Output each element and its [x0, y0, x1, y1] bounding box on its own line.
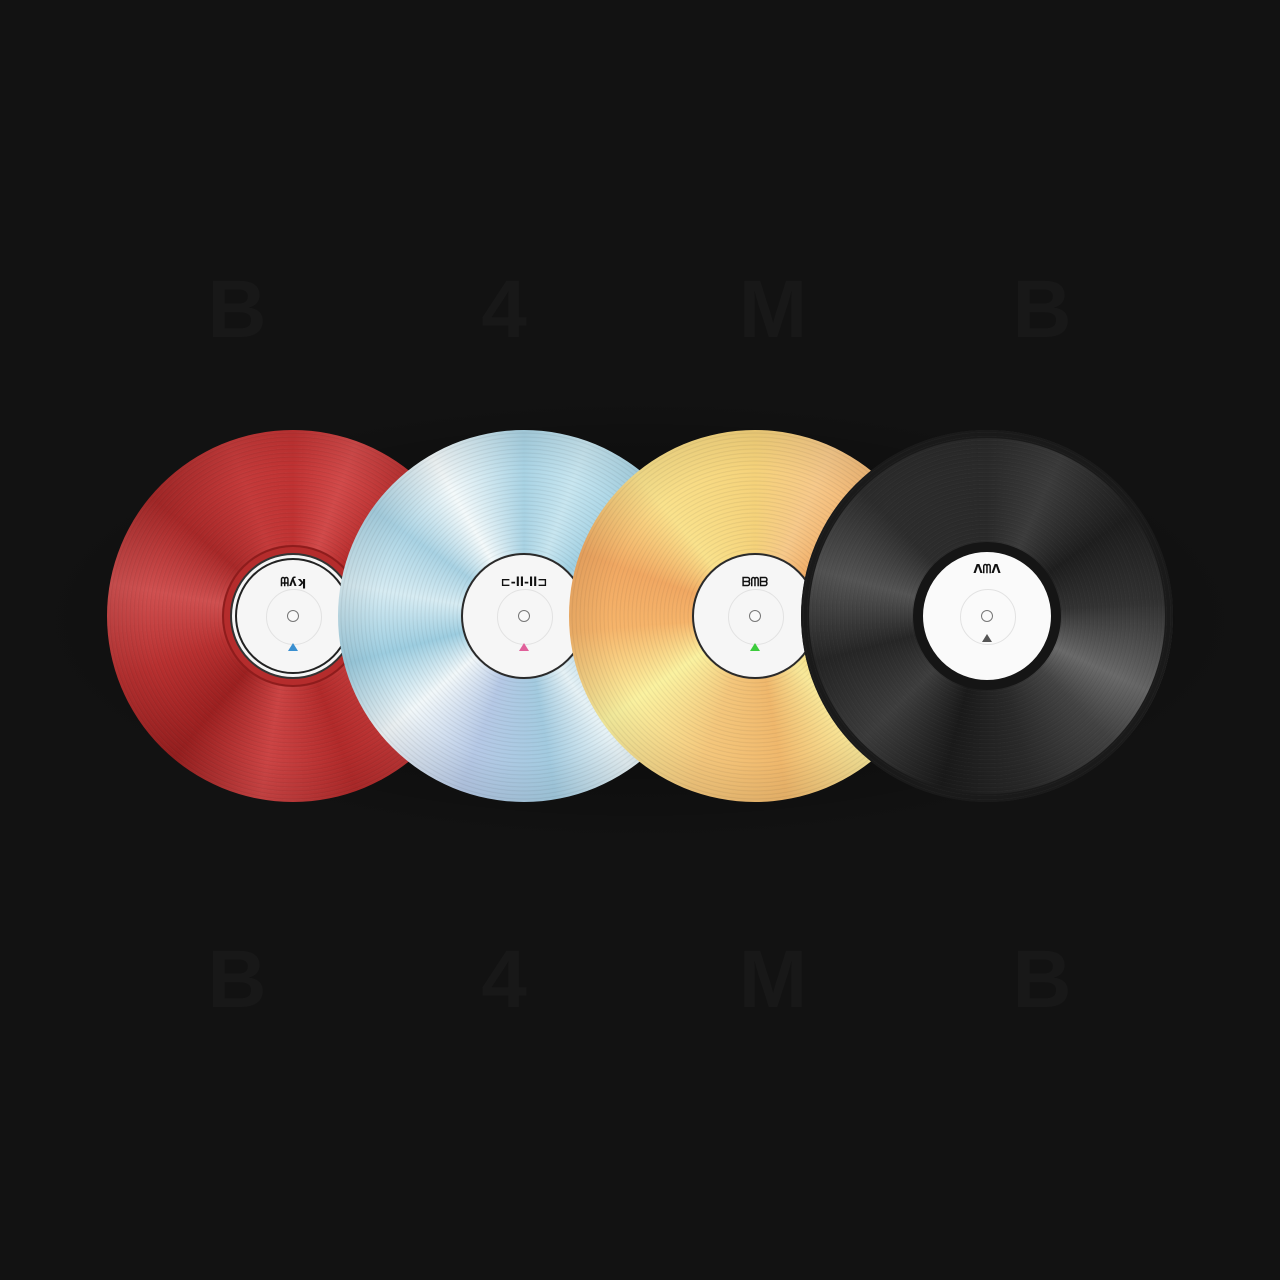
- spindle-hole-icon: [749, 610, 761, 622]
- label-logo: ᗰ̶ʎʞ: [280, 575, 306, 589]
- bg-letter: M: [738, 934, 808, 1025]
- spindle-hole-icon: [287, 610, 299, 622]
- record-label: ᐱᗰᐱ: [913, 542, 1061, 690]
- bg-letter: B: [207, 264, 267, 355]
- bg-letter: 4: [481, 264, 527, 355]
- bg-letter: B: [207, 934, 267, 1025]
- label-logo: ⊏-ll-ll⊐: [500, 575, 548, 589]
- background-letters-top: B 4 M B: [0, 265, 1280, 355]
- bg-letter: M: [738, 264, 808, 355]
- label-logo: ᐱᗰᐱ: [973, 562, 1001, 576]
- label-logo: ᗷᗰᗷ: [742, 575, 768, 589]
- bg-letter: B: [1012, 934, 1072, 1025]
- background-letters-bottom: B 4 M B: [0, 935, 1280, 1025]
- vinyl-record-black[interactable]: ᐱᗰᐱ: [801, 430, 1173, 802]
- record-label: ᗷᗰᗷ: [692, 553, 818, 679]
- triangle-up-icon: [288, 643, 298, 651]
- bg-letter: 4: [481, 934, 527, 1025]
- triangle-up-icon: [982, 634, 992, 642]
- triangle-up-icon: [519, 643, 529, 651]
- triangle-up-icon: [750, 643, 760, 651]
- stage: B 4 M B ᗰ̶ʎʞ ⊏-ll-ll⊐ ᗷᗰᗷ ᐱᗰᐱ B 4 M B: [0, 0, 1280, 1280]
- spindle-hole-icon: [518, 610, 530, 622]
- bg-letter: B: [1012, 264, 1072, 355]
- spindle-hole-icon: [981, 610, 993, 622]
